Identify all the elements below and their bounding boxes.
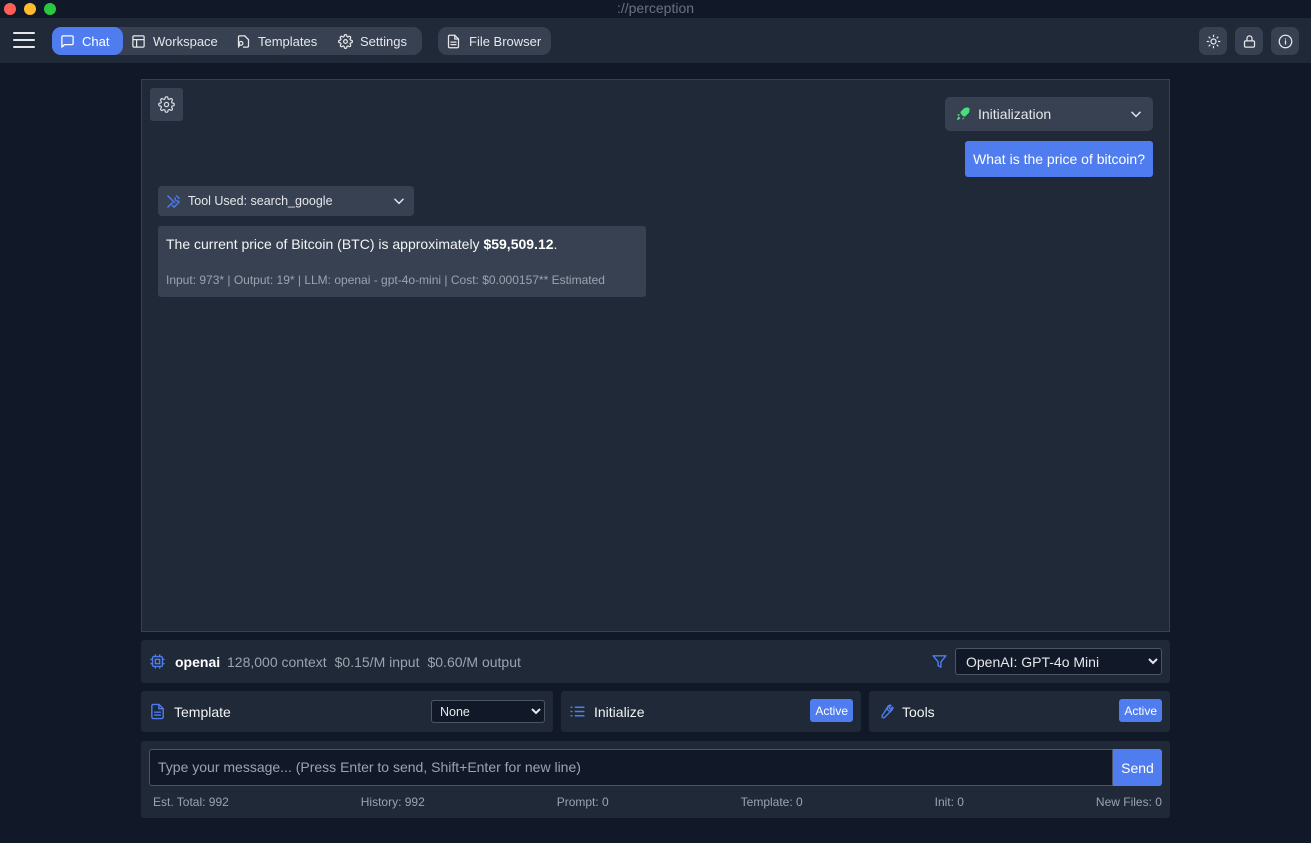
model-input-price: $0.15/M input xyxy=(334,654,420,670)
lock-button[interactable] xyxy=(1235,27,1263,55)
stat-new-files: New Files: 0 xyxy=(1095,795,1162,809)
cpu-chip-icon xyxy=(150,654,165,669)
send-button[interactable]: Send xyxy=(1113,749,1162,786)
message-input[interactable] xyxy=(149,749,1113,786)
initialization-dropdown[interactable]: Initialization xyxy=(945,97,1153,131)
tools-card: Tools Active xyxy=(869,691,1170,732)
chevron-down-icon xyxy=(394,198,404,205)
stat-est-total: Est. Total: 992 xyxy=(153,795,229,809)
stat-template: Template: 0 xyxy=(740,795,803,809)
initialize-card: Initialize Active xyxy=(561,691,861,732)
initialization-label: Initialization xyxy=(978,106,1052,122)
layout-icon xyxy=(132,34,145,48)
template-label: Template xyxy=(174,704,231,720)
model-provider: openai xyxy=(175,654,221,670)
stat-history: History: 992 xyxy=(360,795,425,809)
tab-label: Settings xyxy=(360,33,407,49)
template-select[interactable]: None xyxy=(431,700,545,723)
rocket-icon xyxy=(957,107,970,120)
filter-icon[interactable] xyxy=(931,653,948,670)
initialize-active-badge[interactable]: Active xyxy=(810,699,853,722)
info-icon xyxy=(1278,34,1292,48)
assistant-message-text: The current price of Bitcoin (BTC) is ap… xyxy=(166,236,638,252)
tab-settings[interactable]: Settings xyxy=(330,27,422,55)
tools-label: Tools xyxy=(902,704,935,720)
info-button[interactable] xyxy=(1271,27,1299,55)
list-icon xyxy=(570,706,585,717)
nav-tab-group: Chat Workspace Templates Settings xyxy=(52,27,422,55)
hamburger-menu-icon[interactable] xyxy=(13,32,35,50)
model-info-bar: openai 128,000 context $0.15/M input $0.60… xyxy=(141,640,1170,683)
tab-chat[interactable]: Chat xyxy=(52,27,123,55)
tab-label: Templates xyxy=(258,33,318,49)
stat-prompt: Prompt: 0 xyxy=(556,795,609,809)
lock-icon xyxy=(1243,34,1255,48)
tab-templates[interactable]: Templates xyxy=(228,27,330,55)
tools-icon xyxy=(167,194,181,208)
template-icon xyxy=(237,34,250,48)
tool-used-dropdown[interactable]: Tool Used: search_google xyxy=(158,186,414,216)
top-nav-bar: Chat Workspace Templates Settings File B… xyxy=(0,18,1311,63)
stat-init: Init: 0 xyxy=(934,795,964,809)
model-details: 128,000 context $0.15/M input $0.60/M outp… xyxy=(227,654,529,670)
bitcoin-price: $59,509.12 xyxy=(483,236,554,252)
file-browser-label: File Browser xyxy=(469,33,542,49)
model-context: 128,000 context xyxy=(227,654,327,670)
window-title: ://perception xyxy=(616,0,695,16)
tab-label: Workspace xyxy=(153,33,218,49)
gear-icon xyxy=(158,96,175,113)
token-stats: Est. Total: 992 History: 992 Prompt: 0 T… xyxy=(153,795,1162,809)
title-bar: ://perception xyxy=(0,0,1311,18)
assistant-message: The current price of Bitcoin (BTC) is ap… xyxy=(158,226,646,297)
document-icon xyxy=(447,34,460,48)
assistant-text-prefix: The current price of Bitcoin (BTC) is ap… xyxy=(166,236,484,252)
wrench-icon xyxy=(881,704,894,719)
gear-icon xyxy=(338,33,353,49)
chevron-down-icon xyxy=(1131,111,1141,118)
document-icon xyxy=(151,703,164,720)
theme-toggle-button[interactable] xyxy=(1199,27,1227,55)
chat-bubble-icon xyxy=(61,34,74,48)
tool-used-label: Tool Used: search_google xyxy=(188,194,333,208)
sun-icon xyxy=(1206,34,1220,48)
tab-workspace[interactable]: Workspace xyxy=(123,27,228,55)
chat-settings-button[interactable] xyxy=(150,88,183,121)
initialize-label: Initialize xyxy=(594,704,645,720)
template-card: Template None xyxy=(141,691,553,732)
message-input-panel: Send Est. Total: 992 History: 992 Prompt… xyxy=(141,741,1170,818)
assistant-message-meta: Input: 973* | Output: 19* | LLM: openai … xyxy=(166,273,605,287)
tools-active-badge[interactable]: Active xyxy=(1119,699,1162,722)
tab-label: Chat xyxy=(82,33,110,49)
assistant-text-suffix: . xyxy=(553,236,558,252)
model-select[interactable]: OpenAI: GPT-4o Mini xyxy=(955,648,1162,675)
file-browser-button[interactable]: File Browser xyxy=(438,27,551,55)
user-message: What is the price of bitcoin? xyxy=(965,141,1153,177)
chat-panel: Initialization What is the price of bitc… xyxy=(141,79,1170,632)
model-output-price: $0.60/M output xyxy=(427,654,521,670)
